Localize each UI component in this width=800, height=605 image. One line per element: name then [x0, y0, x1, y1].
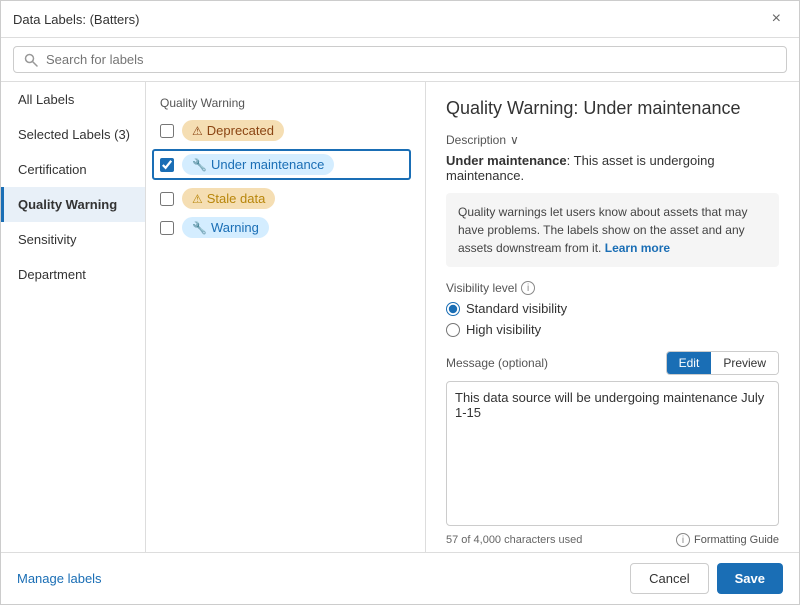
message-section: Message (optional) Edit Preview This dat…	[446, 351, 779, 547]
message-label: Message (optional)	[446, 356, 548, 370]
list-item: 🔧 Warning	[160, 217, 411, 238]
search-icon	[24, 53, 38, 67]
sidebar-item-department[interactable]: Department	[1, 257, 145, 292]
tab-edit[interactable]: Edit	[667, 352, 712, 374]
stale-data-checkbox[interactable]	[160, 192, 174, 206]
search-wrapper	[13, 46, 787, 73]
deprecated-checkbox[interactable]	[160, 124, 174, 138]
dialog-container: Data Labels: (Batters) × All Labels Sele…	[0, 0, 800, 605]
sidebar-item-certification[interactable]: Certification	[1, 152, 145, 187]
learn-more-link[interactable]: Learn more	[605, 241, 670, 255]
visibility-section: Visibility level i Standard visibility H…	[446, 281, 779, 337]
visibility-radio-group: Standard visibility High visibility	[446, 301, 779, 337]
search-input[interactable]	[46, 52, 776, 67]
high-visibility-radio[interactable]	[446, 323, 460, 337]
warning-chip-icon: 🔧	[192, 221, 207, 235]
stale-data-chip[interactable]: ⚠ Stale data	[182, 188, 275, 209]
sidebar-item-sensitivity[interactable]: Sensitivity	[1, 222, 145, 257]
dialog-footer: Manage labels Cancel Save	[1, 552, 799, 604]
sidebar: All Labels Selected Labels (3) Certifica…	[1, 82, 146, 552]
middle-panel: Quality Warning ⚠ Deprecated 🔧 Under mai…	[146, 82, 426, 552]
under-maintenance-checkbox[interactable]	[160, 158, 174, 172]
message-header: Message (optional) Edit Preview	[446, 351, 779, 375]
save-button[interactable]: Save	[717, 563, 783, 594]
char-count: 57 of 4,000 characters used	[446, 534, 582, 546]
message-tab-group: Edit Preview	[666, 351, 779, 375]
maintenance-icon: 🔧	[192, 158, 207, 172]
close-button[interactable]: ×	[766, 9, 787, 29]
deprecated-chip[interactable]: ⚠ Deprecated	[182, 120, 284, 141]
message-textarea[interactable]: This data source will be undergoing main…	[446, 381, 779, 526]
message-footer: 57 of 4,000 characters used i Formatting…	[446, 533, 779, 547]
standard-visibility-radio[interactable]	[446, 302, 460, 316]
visibility-label: Visibility level i	[446, 281, 779, 295]
high-visibility-option[interactable]: High visibility	[446, 322, 779, 337]
warning-icon: ⚠	[192, 124, 203, 138]
formatting-info-icon: i	[676, 533, 690, 547]
footer-buttons: Cancel Save	[630, 563, 783, 594]
description-toggle[interactable]: Description ∨	[446, 133, 779, 147]
label-list: ⚠ Deprecated 🔧 Under maintenance	[160, 120, 411, 238]
dialog-body: All Labels Selected Labels (3) Certifica…	[1, 82, 799, 552]
sidebar-item-quality-warning[interactable]: Quality Warning	[1, 187, 145, 222]
search-bar	[1, 38, 799, 82]
visibility-info-icon[interactable]: i	[521, 281, 535, 295]
sidebar-item-selected-labels[interactable]: Selected Labels (3)	[1, 117, 145, 152]
stale-icon: ⚠	[192, 192, 203, 206]
under-maintenance-chip[interactable]: 🔧 Under maintenance	[182, 154, 334, 175]
right-panel: Quality Warning: Under maintenance Descr…	[426, 82, 799, 552]
chevron-down-icon: ∨	[510, 133, 519, 147]
list-item: 🔧 Under maintenance	[152, 149, 411, 180]
info-box: Quality warnings let users know about as…	[446, 193, 779, 267]
middle-panel-title: Quality Warning	[160, 96, 411, 110]
list-item: ⚠ Deprecated	[160, 120, 411, 141]
formatting-guide-link[interactable]: i Formatting Guide	[676, 533, 779, 547]
list-item: ⚠ Stale data	[160, 188, 411, 209]
dialog-title: Data Labels: (Batters)	[13, 12, 139, 27]
warning-chip[interactable]: 🔧 Warning	[182, 217, 269, 238]
cancel-button[interactable]: Cancel	[630, 563, 708, 594]
standard-visibility-option[interactable]: Standard visibility	[446, 301, 779, 316]
manage-labels-button[interactable]: Manage labels	[17, 571, 102, 586]
tab-preview[interactable]: Preview	[711, 352, 778, 374]
right-panel-title: Quality Warning: Under maintenance	[446, 98, 779, 119]
dialog-titlebar: Data Labels: (Batters) ×	[1, 1, 799, 38]
warning-checkbox[interactable]	[160, 221, 174, 235]
description-text: Under maintenance: This asset is undergo…	[446, 153, 779, 183]
sidebar-item-all-labels[interactable]: All Labels	[1, 82, 145, 117]
